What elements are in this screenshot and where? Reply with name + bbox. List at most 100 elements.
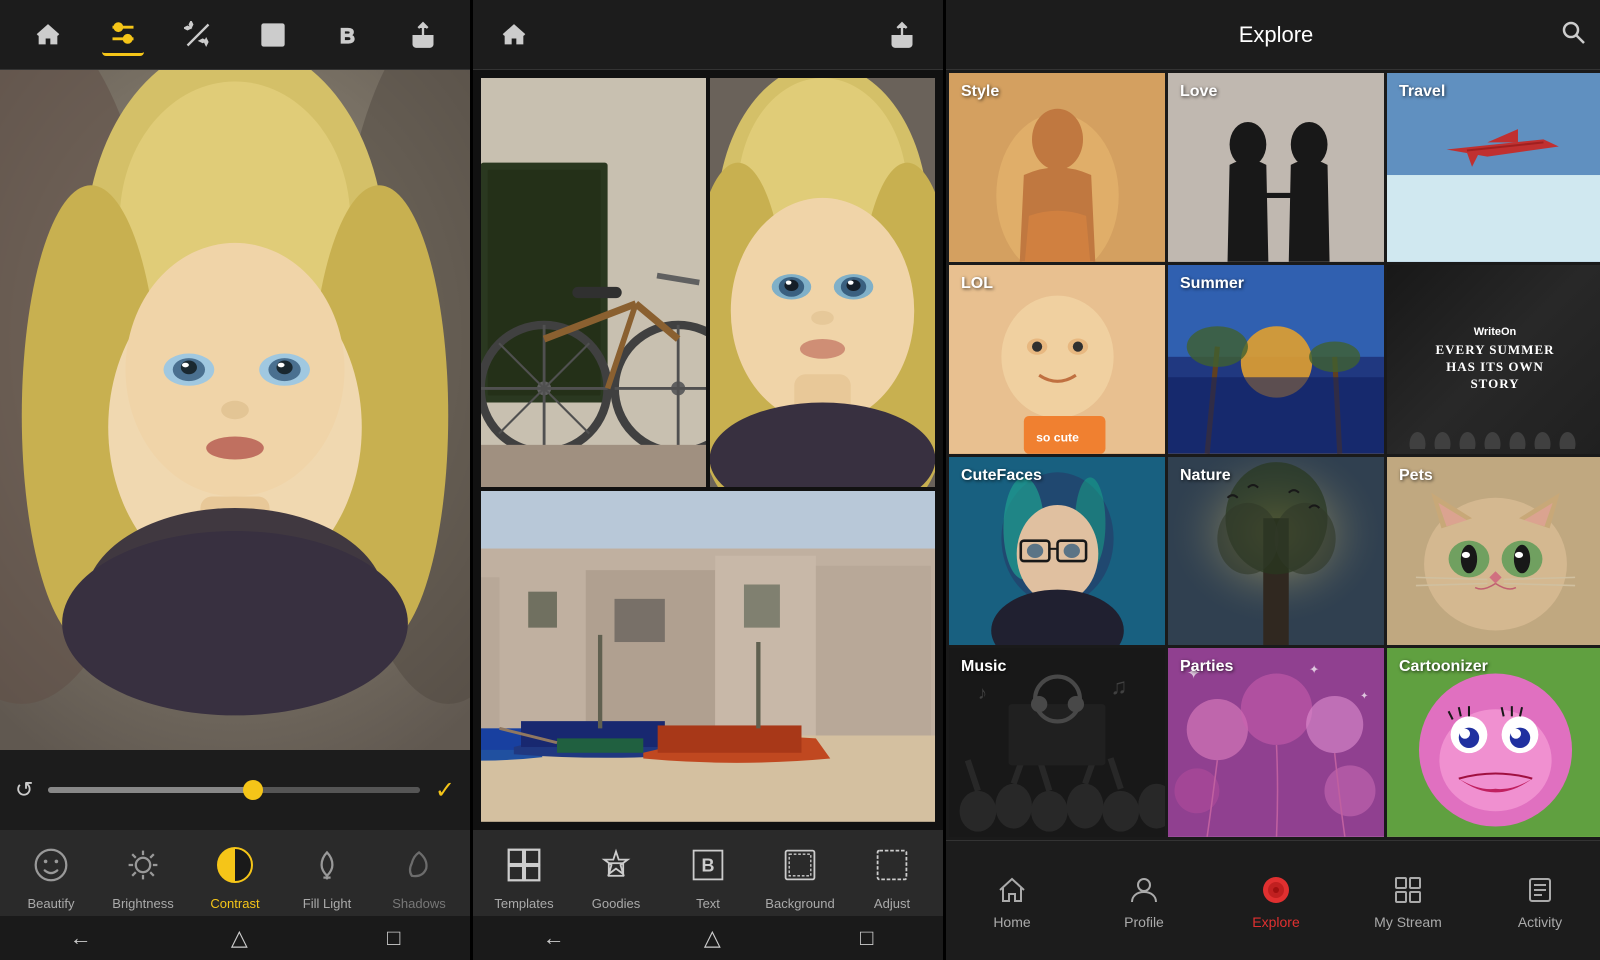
collage-home-button[interactable] <box>493 14 535 56</box>
home-button[interactable] <box>27 14 69 56</box>
nature-label: Nature <box>1180 467 1231 485</box>
svg-text:so cute: so cute <box>1036 430 1079 444</box>
contrast-label: Contrast <box>210 896 259 911</box>
travel-label: Travel <box>1399 83 1445 101</box>
category-parties[interactable]: ✦ ✦ ✦ Parties <box>1168 648 1384 837</box>
editor-panel: B <box>0 0 470 960</box>
collage-cell-portrait[interactable] <box>710 78 935 487</box>
parties-label: Parties <box>1180 658 1233 676</box>
love-label: Love <box>1180 83 1217 101</box>
profile-nav-icon <box>1126 872 1162 908</box>
category-pets[interactable]: Pets <box>1387 457 1600 646</box>
explore-panel: Explore Style <box>946 0 1600 960</box>
nav-home[interactable]: Home <box>972 872 1052 930</box>
category-lol[interactable]: so cute LOL <box>949 265 1165 454</box>
svg-text:B: B <box>339 25 354 48</box>
editor-nav: ← △ □ <box>0 916 470 960</box>
beautify-label: Beautify <box>28 896 75 911</box>
adjust-tool[interactable]: Adjust <box>857 840 927 911</box>
text-label: Text <box>696 896 720 911</box>
templates-tool[interactable]: Templates <box>489 840 559 911</box>
nav-profile-label: Profile <box>1124 914 1164 930</box>
goodies-tool[interactable]: Goodies <box>581 840 651 911</box>
category-cutefaces[interactable]: CuteFaces <box>949 457 1165 646</box>
text-icon: B <box>683 840 733 890</box>
shadows-label: Shadows <box>392 896 445 911</box>
bold-button[interactable]: B <box>327 14 369 56</box>
shadows-tool[interactable]: Shadows <box>384 840 454 911</box>
beautify-icon <box>26 840 76 890</box>
svg-text:♪: ♪ <box>978 682 987 703</box>
collage-toolbar <box>473 0 943 70</box>
svg-text:✦: ✦ <box>1360 691 1369 702</box>
beautify-tool[interactable]: Beautify <box>16 840 86 911</box>
cutefaces-label: CuteFaces <box>961 467 1042 485</box>
nav-explore-label: Explore <box>1252 914 1299 930</box>
search-button[interactable] <box>1560 19 1586 51</box>
collage-panel: Templates Goodies B Tex <box>473 0 943 960</box>
adjust-icon <box>867 840 917 890</box>
collage-top-row <box>481 78 935 487</box>
collage-share-button[interactable] <box>881 14 923 56</box>
collage-recent-button[interactable]: □ <box>860 925 873 951</box>
explore-grid: Style Love <box>946 70 1600 840</box>
lol-label: LOL <box>961 275 993 293</box>
collage-cell-boats[interactable] <box>481 491 935 822</box>
category-summer[interactable]: Summer <box>1168 265 1384 454</box>
activity-nav-icon <box>1522 872 1558 908</box>
confirm-button[interactable]: ✓ <box>435 776 455 805</box>
category-writeon[interactable]: WriteOn EVERY SUMMERHAS ITS OWNSTORY <box>1387 265 1600 454</box>
svg-text:♫: ♫ <box>1111 674 1128 699</box>
category-cartoonizer[interactable]: Cartoonizer <box>1387 648 1600 837</box>
nav-explore[interactable]: Explore <box>1236 872 1316 930</box>
fill-light-tool[interactable]: Fill Light <box>292 840 362 911</box>
contrast-tool[interactable]: Contrast <box>200 840 270 911</box>
controls-bar: ↺ ✓ <box>0 750 470 830</box>
undo-button[interactable]: ↺ <box>15 777 33 803</box>
brightness-tool[interactable]: Brightness <box>108 840 178 911</box>
collage-cell-bicycle[interactable] <box>481 78 706 487</box>
home-nav-button[interactable]: △ <box>231 925 248 951</box>
templates-icon <box>499 840 549 890</box>
category-style[interactable]: Style <box>949 73 1165 262</box>
category-love[interactable]: Love <box>1168 73 1384 262</box>
style-label: Style <box>961 83 999 101</box>
editor-photo <box>0 70 470 750</box>
music-label: Music <box>961 658 1006 676</box>
background-icon <box>775 840 825 890</box>
collage-canvas <box>473 70 943 830</box>
editor-tools: Beautify Brightness <box>0 830 470 960</box>
editor-toolbar: B <box>0 0 470 70</box>
wand-button[interactable] <box>177 14 219 56</box>
explore-nav-icon <box>1258 872 1294 908</box>
shadows-icon <box>394 840 444 890</box>
nav-activity[interactable]: Activity <box>1500 872 1580 930</box>
nav-activity-label: Activity <box>1518 914 1562 930</box>
brightness-icon <box>118 840 168 890</box>
collage-home-nav-button[interactable]: △ <box>704 925 721 951</box>
explore-header: Explore <box>946 0 1600 70</box>
share-button[interactable] <box>402 14 444 56</box>
nav-home-label: Home <box>993 914 1030 930</box>
adjust-label: Adjust <box>874 896 910 911</box>
templates-label: Templates <box>494 896 553 911</box>
collage-back-button[interactable]: ← <box>543 925 565 951</box>
category-travel[interactable]: Travel <box>1387 73 1600 262</box>
contrast-icon <box>210 840 260 890</box>
collage-tools-row: Templates Goodies B Tex <box>473 830 943 916</box>
background-tool[interactable]: Background <box>765 840 835 911</box>
frame-button[interactable] <box>252 14 294 56</box>
home-nav-icon <box>994 872 1030 908</box>
text-tool[interactable]: B Text <box>673 840 743 911</box>
back-button[interactable]: ← <box>70 925 92 951</box>
mystream-nav-icon <box>1390 872 1426 908</box>
category-nature[interactable]: Nature <box>1168 457 1384 646</box>
goodies-icon <box>591 840 641 890</box>
recent-button[interactable]: □ <box>387 925 400 951</box>
adjustment-slider[interactable] <box>48 787 419 793</box>
writeon-label: WriteOn <box>1435 326 1554 338</box>
nav-profile[interactable]: Profile <box>1104 872 1184 930</box>
sliders-button[interactable] <box>102 14 144 56</box>
category-music[interactable]: ♪ ♫ Music <box>949 648 1165 837</box>
nav-mystream[interactable]: My Stream <box>1368 872 1448 930</box>
